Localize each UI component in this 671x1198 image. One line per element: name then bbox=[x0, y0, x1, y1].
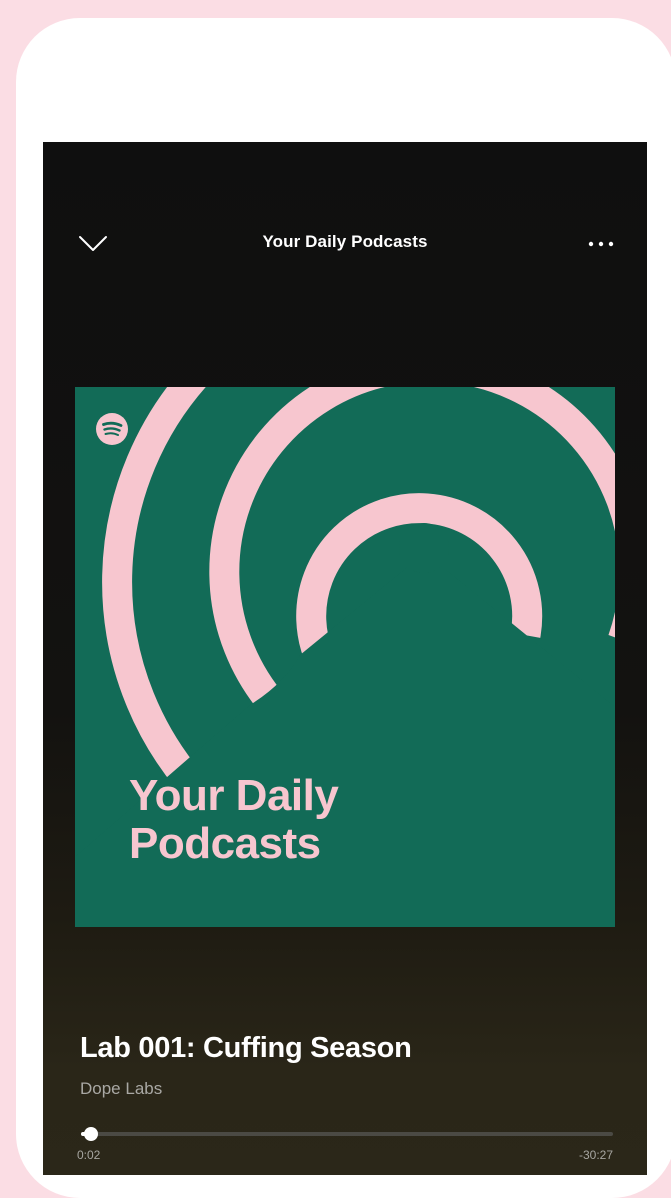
playback-progress-bar[interactable] bbox=[81, 1127, 613, 1141]
progress-knob[interactable] bbox=[83, 1127, 98, 1141]
progress-track bbox=[81, 1132, 613, 1136]
remaining-time: -30:27 bbox=[578, 1148, 613, 1162]
player-header: Your Daily Podcasts bbox=[43, 220, 647, 264]
artwork-title-line-2: Podcasts bbox=[129, 819, 321, 868]
spotify-logo-icon bbox=[96, 413, 128, 445]
context-title: Your Daily Podcasts bbox=[262, 232, 428, 251]
podcast-artwork: Your Daily Podcasts bbox=[75, 387, 615, 927]
elapsed-time: 0:02 bbox=[77, 1148, 101, 1162]
more-horizontal-icon bbox=[588, 241, 614, 247]
episode-title[interactable]: Lab 001: Cuffing Season bbox=[80, 1032, 412, 1065]
show-name[interactable]: Dope Labs bbox=[80, 1079, 162, 1099]
artwork-title: Your Daily Podcasts bbox=[129, 771, 339, 868]
artwork-title-line-1: Your Daily bbox=[129, 771, 339, 820]
more-options-button[interactable] bbox=[581, 236, 621, 252]
now-playing-screen: Your Daily Podcasts Your Daily Podcasts … bbox=[43, 142, 647, 1175]
